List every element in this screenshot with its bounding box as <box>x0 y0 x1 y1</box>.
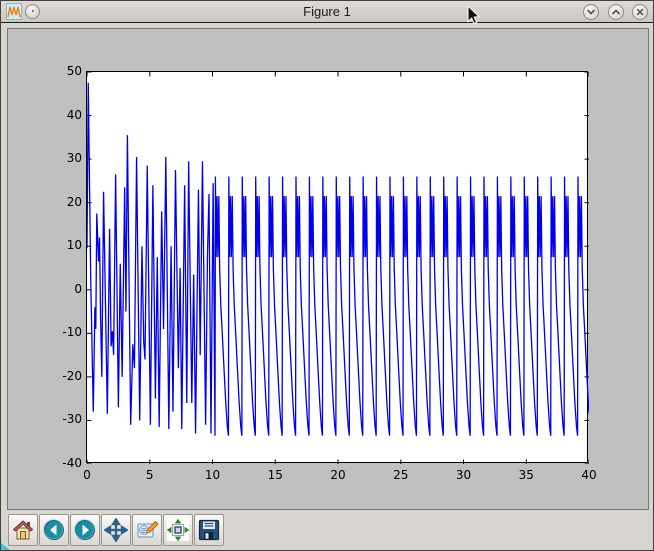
y-tick-label: 20 <box>36 194 82 210</box>
navigation-toolbar <box>7 512 649 548</box>
y-tick-label: 30 <box>36 150 82 166</box>
forward-arrow-icon <box>73 518 97 542</box>
titlebar: Figure 1 <box>1 1 653 23</box>
close-button[interactable] <box>632 4 648 20</box>
plot-area[interactable] <box>86 71 588 463</box>
back-arrow-icon <box>42 518 66 542</box>
close-icon <box>635 7 645 17</box>
x-tick-label: 35 <box>509 467 543 483</box>
pan-arrows-icon <box>104 518 128 542</box>
y-tick-label: 10 <box>36 237 82 253</box>
x-tick-label: 30 <box>447 467 481 483</box>
home-icon <box>11 518 35 542</box>
configure-subplots-button[interactable] <box>163 514 193 546</box>
window-title: Figure 1 <box>1 1 653 23</box>
y-tick-label: -20 <box>36 368 82 384</box>
chevron-down-icon <box>586 7 596 17</box>
y-tick-label: 50 <box>36 63 82 79</box>
x-tick-label: 40 <box>572 467 606 483</box>
mouse-cursor <box>467 5 481 26</box>
subplots-icon <box>166 518 190 542</box>
x-tick-label: 15 <box>258 467 292 483</box>
x-tick-label: 10 <box>196 467 230 483</box>
back-button[interactable] <box>39 514 69 546</box>
figure-canvas: -40-30-20-10010203040500510152025303540 <box>7 28 649 510</box>
x-tick-label: 0 <box>70 467 104 483</box>
x-tick-label: 25 <box>384 467 418 483</box>
save-button[interactable] <box>194 514 224 546</box>
y-tick-label: -10 <box>36 324 82 340</box>
zoom-rect-icon <box>135 518 159 542</box>
figure-window: Figure 1 -40-30-20-100102030405005101520… <box>0 0 654 551</box>
pan-button[interactable] <box>101 514 131 546</box>
chevron-up-icon <box>611 7 621 17</box>
maximize-button[interactable] <box>608 4 624 20</box>
zoom-button[interactable] <box>132 514 162 546</box>
x-tick-label: 20 <box>321 467 355 483</box>
y-tick-label: -30 <box>36 411 82 427</box>
save-floppy-icon <box>197 518 221 542</box>
y-tick-label: 0 <box>36 281 82 297</box>
y-tick-label: 40 <box>36 107 82 123</box>
home-button[interactable] <box>8 514 38 546</box>
signal-line <box>87 83 589 436</box>
signal-plot <box>87 72 589 464</box>
x-tick-label: 5 <box>133 467 167 483</box>
forward-button[interactable] <box>70 514 100 546</box>
shade-button[interactable] <box>583 4 599 20</box>
